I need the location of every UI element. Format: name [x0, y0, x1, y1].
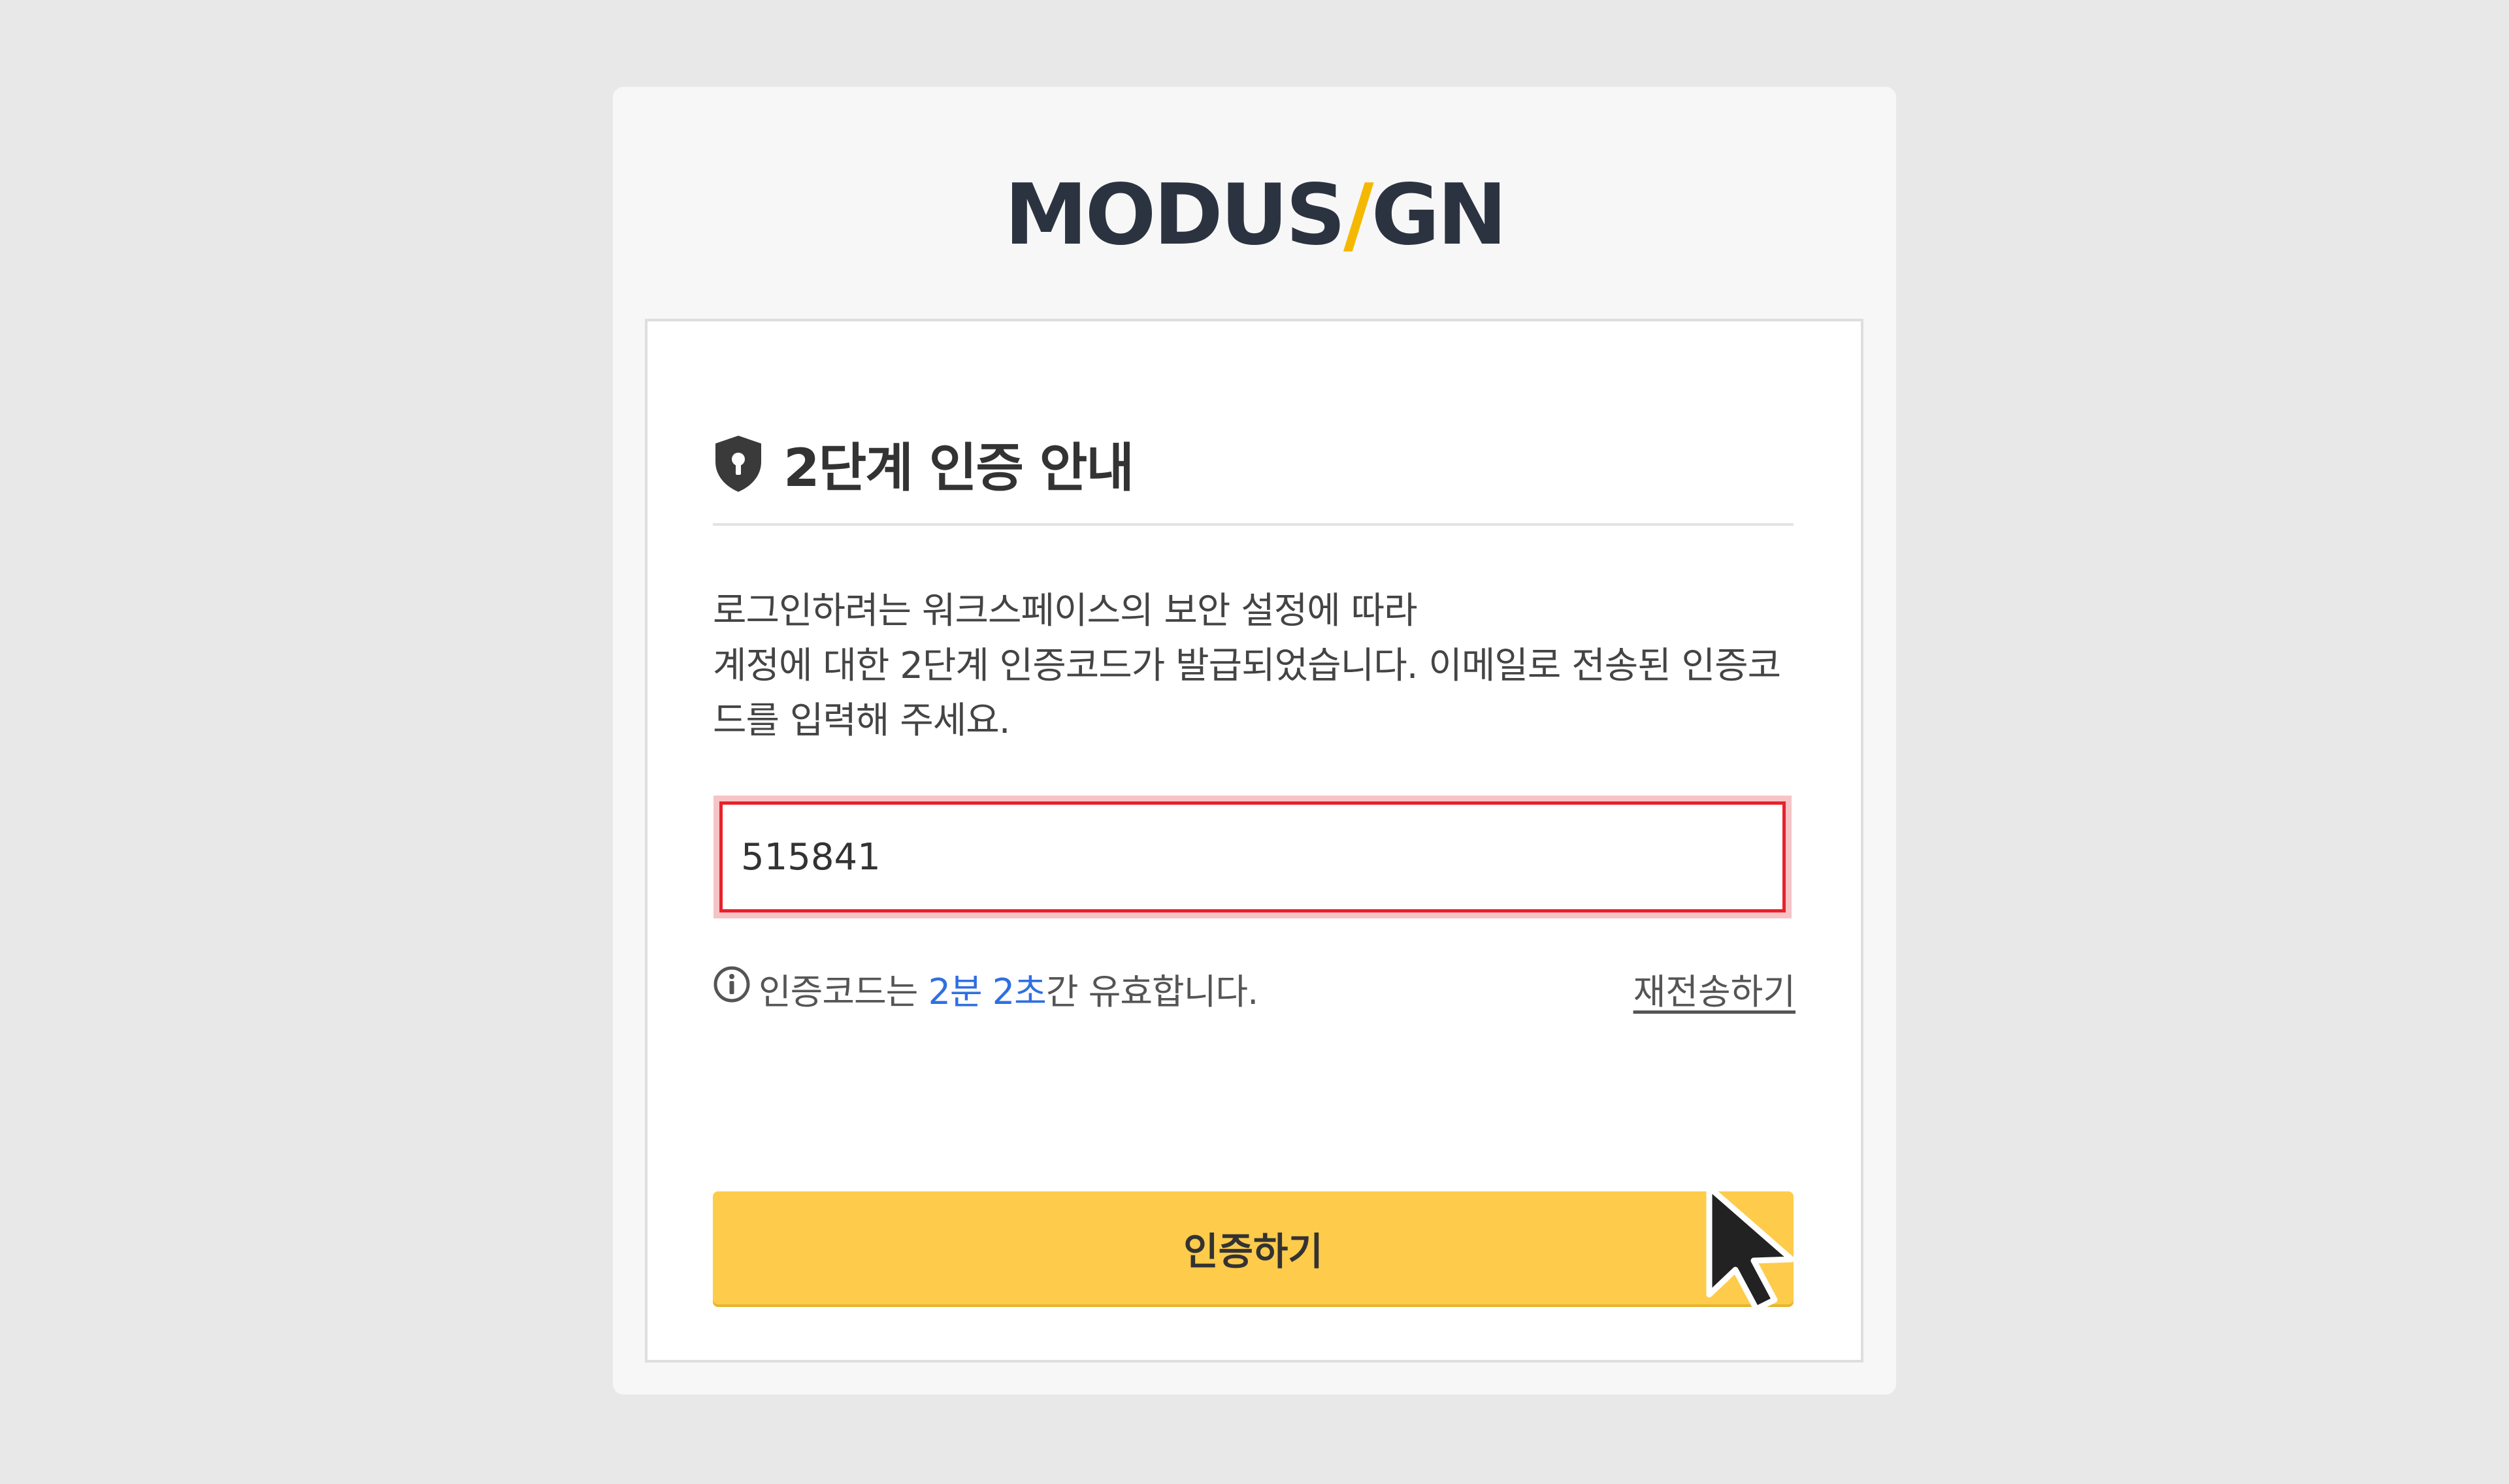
verify-button[interactable]: 인증하기: [713, 1191, 1794, 1304]
resend-link[interactable]: 재전송하기: [1633, 959, 1796, 1018]
instruction-text: 로그인하려는 워크스페이스의 보안 설정에 따라 계정에 대한 2단계 인증코드…: [713, 584, 1811, 749]
validity-suffix: 간 유효합니다.: [1045, 971, 1258, 1012]
instruction-line: 드를 입력해 주세요.: [713, 700, 1011, 742]
info-circle-icon: [713, 965, 759, 1012]
logo-slash: /: [1343, 167, 1374, 264]
modusign-logo: MODUS/GN: [613, 167, 1896, 265]
instruction-line: 로그인하려는 워크스페이스의 보안 설정에 따라: [713, 590, 1418, 632]
code-validity-notice: 인증코드는 2분 2초 간 유효합니다.: [713, 959, 1258, 1018]
verification-code-input[interactable]: [723, 805, 1782, 909]
validity-space: [982, 968, 992, 1009]
logo-text-modus: MODUS: [1004, 167, 1346, 264]
logo-text-gn: GN: [1371, 167, 1507, 264]
validity-minutes: 2분: [928, 971, 983, 1012]
verification-code-field[interactable]: [719, 801, 1786, 912]
mouse-pointer-icon: [1701, 1182, 1806, 1315]
instruction-line: 계정에 대한 2단계 인증코드가 발급되었습니다. 이메일로 전송된 인증코: [713, 645, 1781, 687]
two-factor-panel: 2단계 인증 안내 로그인하려는 워크스페이스의 보안 설정에 따라 계정에 대…: [645, 319, 1863, 1363]
validity-seconds: 2초: [992, 971, 1047, 1012]
panel-heading: 2단계 인증 안내: [713, 425, 1134, 503]
page-title: 2단계 인증 안내: [783, 438, 1134, 498]
validity-prefix: 인증코드는: [759, 971, 928, 1012]
heading-divider: [713, 523, 1794, 526]
shield-lock-icon: [713, 434, 764, 493]
